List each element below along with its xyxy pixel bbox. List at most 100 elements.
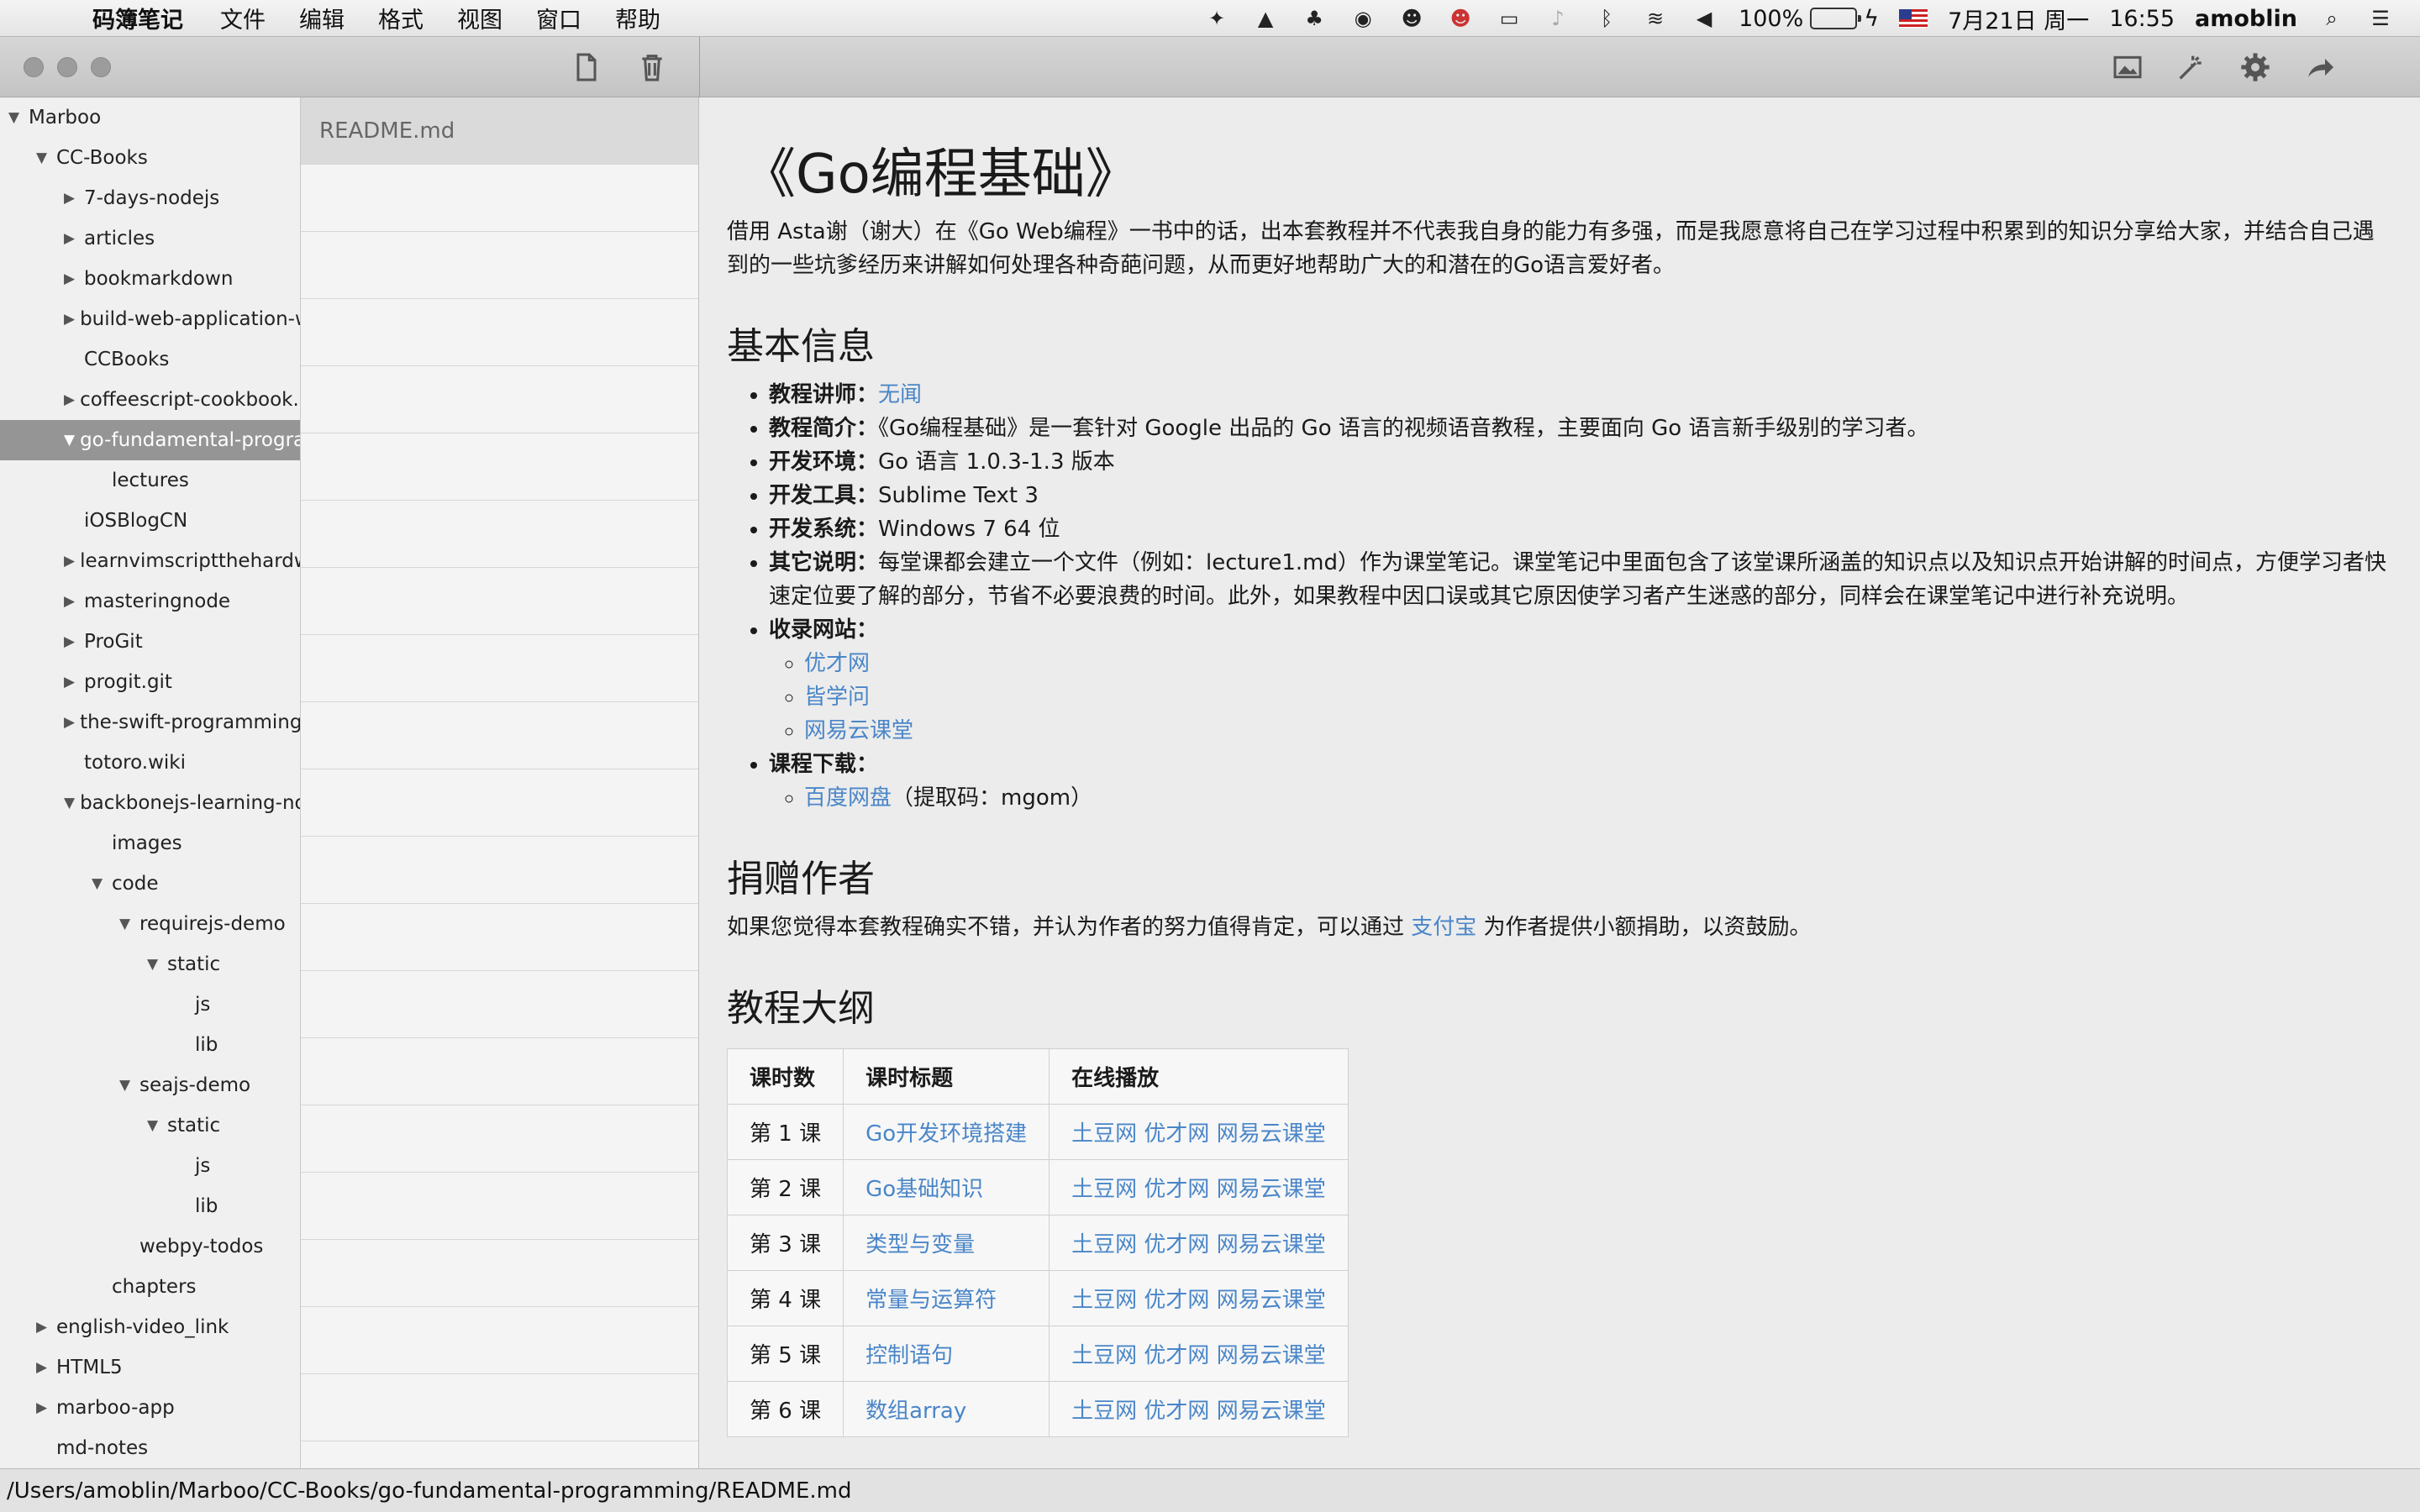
dropbox-icon[interactable]: ✦ bbox=[1202, 4, 1231, 33]
video-link[interactable]: 优才网 bbox=[1144, 1399, 1209, 1424]
tree-item[interactable]: ▼ code bbox=[0, 864, 300, 904]
tree-item[interactable]: lib bbox=[0, 1025, 300, 1065]
disclosure-closed-icon[interactable]: ▶ bbox=[64, 391, 75, 408]
tree-item[interactable]: ▶ coffeescript-cookbook.g bbox=[0, 380, 300, 420]
notification-center-icon[interactable]: ☰ bbox=[2366, 4, 2395, 33]
input-source-flag-icon[interactable] bbox=[1899, 9, 1928, 28]
disclosure-open-icon[interactable]: ▼ bbox=[64, 795, 75, 811]
video-link[interactable]: 优才网 bbox=[1144, 1343, 1209, 1368]
tree-item[interactable]: ▶ bookmarkdown bbox=[0, 259, 300, 299]
zoom-window-button[interactable] bbox=[91, 57, 111, 77]
disclosure-closed-icon[interactable]: ▶ bbox=[64, 230, 79, 247]
tree-item[interactable]: ▶ build-web-application-wi bbox=[0, 299, 300, 339]
settings-button[interactable] bbox=[2237, 49, 2274, 86]
tree-item[interactable]: chapters bbox=[0, 1267, 300, 1307]
disclosure-closed-icon[interactable]: ▶ bbox=[36, 1359, 51, 1376]
volume-icon[interactable]: ◀ bbox=[1690, 4, 1718, 33]
record-icon[interactable]: ◉ bbox=[1349, 4, 1377, 33]
disclosure-open-icon[interactable]: ▼ bbox=[147, 956, 162, 973]
site-link[interactable]: 皆学问 bbox=[804, 685, 870, 710]
tree-item[interactable]: lib bbox=[0, 1186, 300, 1226]
user-name[interactable]: amoblin bbox=[2195, 6, 2297, 32]
tree-item[interactable]: ▶ 7-days-nodejs bbox=[0, 178, 300, 218]
new-file-button[interactable] bbox=[568, 49, 605, 86]
menu-5[interactable]: 帮助 bbox=[615, 2, 660, 34]
disclosure-open-icon[interactable]: ▼ bbox=[119, 1077, 134, 1094]
tree-item[interactable]: js bbox=[0, 1146, 300, 1186]
tree-item[interactable]: ▼ CC-Books bbox=[0, 138, 300, 178]
file-list-item-selected[interactable]: README.md bbox=[301, 97, 698, 165]
video-link[interactable]: 优才网 bbox=[1144, 1177, 1209, 1202]
menu-4[interactable]: 窗口 bbox=[536, 2, 581, 34]
minimize-window-button[interactable] bbox=[57, 57, 77, 77]
video-link[interactable]: 土豆网 bbox=[1071, 1288, 1137, 1313]
tree-item[interactable]: ▼ seajs-demo bbox=[0, 1065, 300, 1105]
clock-date[interactable]: 7月21日 周一 bbox=[1948, 3, 2089, 35]
disclosure-closed-icon[interactable]: ▶ bbox=[36, 1319, 51, 1336]
disclosure-closed-icon[interactable]: ▶ bbox=[64, 553, 75, 570]
app-menu[interactable]: 码簿笔记 bbox=[92, 2, 183, 34]
drive-icon[interactable]: ▲ bbox=[1251, 4, 1280, 33]
tree-item[interactable]: md-notes bbox=[0, 1428, 300, 1468]
video-link[interactable]: 网易云课堂 bbox=[1217, 1288, 1326, 1313]
teacher-link[interactable]: 无闻 bbox=[878, 382, 922, 407]
tree-item[interactable]: ▶ progit.git bbox=[0, 662, 300, 702]
tree-item[interactable]: ▶ ProGit bbox=[0, 622, 300, 662]
lesson-title-link[interactable]: Go基础知识 bbox=[865, 1177, 983, 1202]
share-button[interactable] bbox=[2302, 49, 2339, 86]
delete-file-button[interactable] bbox=[634, 49, 671, 86]
tree-item[interactable]: js bbox=[0, 984, 300, 1025]
tree-item[interactable]: ▼ requirejs-demo bbox=[0, 904, 300, 944]
qq-icon[interactable]: ☻ bbox=[1397, 4, 1426, 33]
tree-item[interactable]: ▶ articles bbox=[0, 218, 300, 259]
tree-item[interactable]: ▶ the-swift-programming-la bbox=[0, 702, 300, 743]
bluetooth-icon[interactable]: ᛒ bbox=[1592, 4, 1621, 33]
menu-1[interactable]: 编辑 bbox=[299, 2, 345, 34]
video-link[interactable]: 网易云课堂 bbox=[1217, 1177, 1326, 1202]
magic-wand-button[interactable] bbox=[2173, 49, 2210, 86]
tree-item[interactable]: ▼ go-fundamental-program bbox=[0, 420, 300, 460]
close-window-button[interactable] bbox=[24, 57, 44, 77]
tree-item[interactable]: webpy-todos bbox=[0, 1226, 300, 1267]
menu-2[interactable]: 格式 bbox=[378, 2, 424, 34]
menu-0[interactable]: 文件 bbox=[220, 2, 266, 34]
qq-red-icon[interactable]: ☻ bbox=[1446, 4, 1475, 33]
site-link[interactable]: 网易云课堂 bbox=[804, 718, 913, 743]
airplay-icon[interactable]: ▭ bbox=[1495, 4, 1523, 33]
video-link[interactable]: 土豆网 bbox=[1071, 1343, 1137, 1368]
video-link[interactable]: 优才网 bbox=[1144, 1232, 1209, 1257]
disclosure-closed-icon[interactable]: ▶ bbox=[64, 190, 79, 207]
clock-time[interactable]: 16:55 bbox=[2109, 6, 2175, 32]
video-link[interactable]: 土豆网 bbox=[1071, 1177, 1137, 1202]
tree-item[interactable]: ▶ marboo-app bbox=[0, 1388, 300, 1428]
video-link[interactable]: 网易云课堂 bbox=[1217, 1232, 1326, 1257]
site-link[interactable]: 优才网 bbox=[804, 651, 870, 676]
alipay-link[interactable]: 支付宝 bbox=[1411, 915, 1476, 940]
menu-3[interactable]: 视图 bbox=[457, 2, 502, 34]
tree-item[interactable]: ▶ english-video_link bbox=[0, 1307, 300, 1347]
spotlight-search-icon[interactable]: ⌕ bbox=[2317, 4, 2346, 33]
tree-item[interactable]: ▶ masteringnode bbox=[0, 581, 300, 622]
wifi-icon[interactable]: ≋ bbox=[1641, 4, 1670, 33]
disclosure-open-icon[interactable]: ▼ bbox=[36, 150, 51, 166]
tree-item[interactable]: iOSBlogCN bbox=[0, 501, 300, 541]
tree-item[interactable]: images bbox=[0, 823, 300, 864]
video-link[interactable]: 优才网 bbox=[1144, 1288, 1209, 1313]
tree-item[interactable]: lectures bbox=[0, 460, 300, 501]
disclosure-open-icon[interactable]: ▼ bbox=[147, 1117, 162, 1134]
lesson-title-link[interactable]: 控制语句 bbox=[865, 1343, 953, 1368]
disclosure-closed-icon[interactable]: ▶ bbox=[64, 714, 75, 731]
disclosure-closed-icon[interactable]: ▶ bbox=[64, 674, 79, 690]
disclosure-closed-icon[interactable]: ▶ bbox=[64, 593, 79, 610]
disclosure-open-icon[interactable]: ▼ bbox=[64, 432, 75, 449]
evernote-icon[interactable]: ♣ bbox=[1300, 4, 1328, 33]
tree-item[interactable]: ▼ static bbox=[0, 944, 300, 984]
video-link[interactable]: 土豆网 bbox=[1071, 1121, 1137, 1147]
disclosure-closed-icon[interactable]: ▶ bbox=[64, 311, 75, 328]
video-link[interactable]: 土豆网 bbox=[1071, 1399, 1137, 1424]
tree-item[interactable]: CCBooks bbox=[0, 339, 300, 380]
tree-item[interactable]: ▼ backbonejs-learning-not bbox=[0, 783, 300, 823]
disclosure-closed-icon[interactable]: ▶ bbox=[64, 270, 79, 287]
tree-item[interactable]: ▶ learnvimscriptthehardwa bbox=[0, 541, 300, 581]
video-link[interactable]: 网易云课堂 bbox=[1217, 1343, 1326, 1368]
